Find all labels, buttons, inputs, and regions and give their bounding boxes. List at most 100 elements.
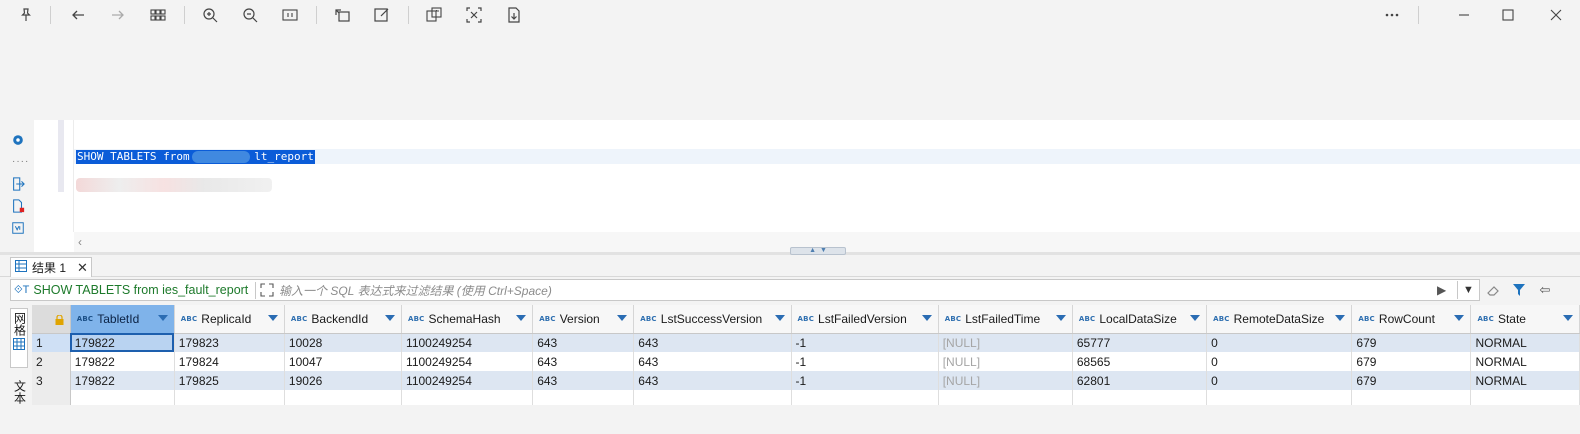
export-file-icon[interactable]: [10, 176, 26, 192]
column-menu-icon[interactable]: [1563, 315, 1573, 321]
more-icon[interactable]: [1380, 3, 1404, 27]
settings-gear-icon[interactable]: [10, 132, 26, 148]
collapse-up-icon[interactable]: ▲: [809, 247, 816, 254]
table-cell[interactable]: -1: [791, 333, 939, 352]
table-cell[interactable]: 68565: [1072, 352, 1208, 371]
table-cell[interactable]: 643: [532, 333, 635, 352]
table-cell[interactable]: 679: [1351, 333, 1472, 352]
edit-icon[interactable]: [370, 3, 394, 27]
close-icon[interactable]: [1544, 3, 1568, 27]
row-number[interactable]: 1: [32, 333, 71, 352]
table-row[interactable]: 2 179822 179824 10047 1100249254 643 643 -1 [NUL…: [32, 352, 1580, 371]
table-cell[interactable]: 179822: [70, 352, 175, 371]
table-cell[interactable]: 679: [1351, 352, 1472, 371]
rotate-icon[interactable]: [330, 3, 354, 27]
column-menu-icon[interactable]: [385, 315, 396, 321]
table-cell[interactable]: -1: [791, 352, 939, 371]
table-cell[interactable]: 679: [1351, 371, 1472, 390]
back-arrow-icon[interactable]: ⇦: [1536, 281, 1554, 299]
table-row[interactable]: 3 179822 179825 19026 1100249254 643 643 -1 [NUL…: [32, 371, 1580, 390]
table-cell[interactable]: 1100249254: [401, 333, 534, 352]
forward-icon[interactable]: [106, 3, 130, 27]
column-header-lstsuccessversion[interactable]: ABC LstSuccessVersion: [633, 305, 792, 334]
table-cell[interactable]: 179822: [70, 333, 175, 352]
column-menu-icon[interactable]: [617, 315, 628, 321]
table-cell[interactable]: 643: [532, 371, 635, 390]
column-header-backendid[interactable]: ABC BackendId: [284, 305, 403, 334]
filter-input[interactable]: [279, 282, 1429, 299]
column-header-remotedatasize[interactable]: ABC RemoteDataSize: [1206, 305, 1353, 334]
column-header-tabletid[interactable]: ABC TabletId: [70, 305, 175, 334]
tab-close-icon[interactable]: ✕: [77, 260, 88, 276]
row-number-header[interactable]: [32, 305, 71, 334]
column-header-localdatasize[interactable]: ABC LocalDataSize: [1072, 305, 1208, 334]
table-cell[interactable]: 0: [1206, 352, 1353, 371]
table-cell[interactable]: [NULL]: [938, 333, 1073, 352]
apps-icon[interactable]: [146, 3, 170, 27]
table-cell[interactable]: [NULL]: [938, 371, 1073, 390]
table-cell[interactable]: 1100249254: [401, 371, 534, 390]
eraser-icon[interactable]: [1484, 281, 1502, 299]
filter-query-label[interactable]: ⟐T SHOW TABLETS from ies_fault_report: [14, 283, 248, 297]
apply-filter-icon[interactable]: ▶: [1437, 283, 1449, 297]
crop-icon[interactable]: [462, 3, 486, 27]
tab-result-1[interactable]: 结果 1 ✕: [10, 257, 92, 277]
filter-icon[interactable]: [1510, 281, 1528, 299]
table-cell[interactable]: 10028: [284, 333, 403, 352]
table-cell[interactable]: 643: [532, 352, 635, 371]
row-number[interactable]: 3: [32, 371, 71, 390]
column-menu-icon[interactable]: [1190, 315, 1201, 321]
column-header-lstfailedtime[interactable]: ABC LstFailedTime: [938, 305, 1073, 334]
table-cell[interactable]: 65777: [1072, 333, 1208, 352]
table-cell[interactable]: [NULL]: [938, 352, 1073, 371]
table-cell[interactable]: 62801: [1072, 371, 1208, 390]
column-menu-icon[interactable]: [267, 315, 278, 321]
table-cell[interactable]: 0: [1206, 371, 1353, 390]
column-header-rowcount[interactable]: ABC RowCount: [1351, 305, 1472, 334]
back-icon[interactable]: [66, 3, 90, 27]
column-header-state[interactable]: ABC State: [1470, 305, 1580, 334]
table-cell[interactable]: 643: [633, 333, 792, 352]
column-menu-icon[interactable]: [516, 315, 527, 321]
zoom-out-icon[interactable]: [238, 3, 262, 27]
table-cell[interactable]: 179823: [174, 333, 285, 352]
table-cell[interactable]: NORMAL: [1470, 333, 1580, 352]
expand-icon[interactable]: [260, 283, 274, 297]
column-menu-icon[interactable]: [921, 315, 932, 321]
column-menu-icon[interactable]: [1454, 315, 1465, 321]
table-cell[interactable]: 19026: [284, 371, 403, 390]
table-cell[interactable]: 179822: [70, 371, 175, 390]
table-cell[interactable]: NORMAL: [1470, 352, 1580, 371]
table-cell[interactable]: 179824: [174, 352, 285, 371]
column-menu-icon[interactable]: [1055, 315, 1066, 321]
table-cell[interactable]: 643: [633, 371, 792, 390]
column-header-lstfailedversion[interactable]: ABC LstFailedVersion: [791, 305, 939, 334]
column-header-schemahash[interactable]: ABC SchemaHash: [401, 305, 534, 334]
table-cell[interactable]: 179825: [174, 371, 285, 390]
tab-grid-view[interactable]: 网格: [10, 308, 28, 368]
file-error-icon[interactable]: [10, 198, 26, 214]
zoom-in-icon[interactable]: [198, 3, 222, 27]
table-row[interactable]: 1 179822 179823 10028 1100249254 643 643 -1 [NUL…: [32, 333, 1580, 352]
column-menu-icon[interactable]: [774, 315, 785, 321]
pin-icon[interactable]: [14, 3, 38, 27]
fit-icon[interactable]: [278, 3, 302, 27]
column-menu-icon[interactable]: [1335, 315, 1346, 321]
column-header-replicaid[interactable]: ABC ReplicaId: [174, 305, 285, 334]
minimize-icon[interactable]: [1452, 3, 1476, 27]
results-grid[interactable]: ABC TabletId ABC ReplicaId ABC BackendId ABC Sc…: [32, 305, 1580, 405]
expand-down-icon[interactable]: ▼: [820, 247, 827, 254]
table-cell[interactable]: 643: [633, 352, 792, 371]
table-cell[interactable]: -1: [791, 371, 939, 390]
filter-history-dropdown[interactable]: ▼: [1457, 281, 1479, 299]
row-number[interactable]: 2: [32, 352, 71, 371]
maximize-icon[interactable]: [1496, 3, 1520, 27]
column-menu-icon[interactable]: [157, 315, 168, 321]
table-cell[interactable]: 10047: [284, 352, 403, 371]
sql-editor[interactable]: ···· SHOW TABLETS from lt_report ‹: [0, 120, 1580, 252]
table-cell[interactable]: 0: [1206, 333, 1353, 352]
table-cell[interactable]: 1100249254: [401, 352, 534, 371]
column-header-version[interactable]: ABC Version: [532, 305, 635, 334]
scroll-left-icon[interactable]: ‹: [78, 235, 82, 249]
download-icon[interactable]: [502, 3, 526, 27]
